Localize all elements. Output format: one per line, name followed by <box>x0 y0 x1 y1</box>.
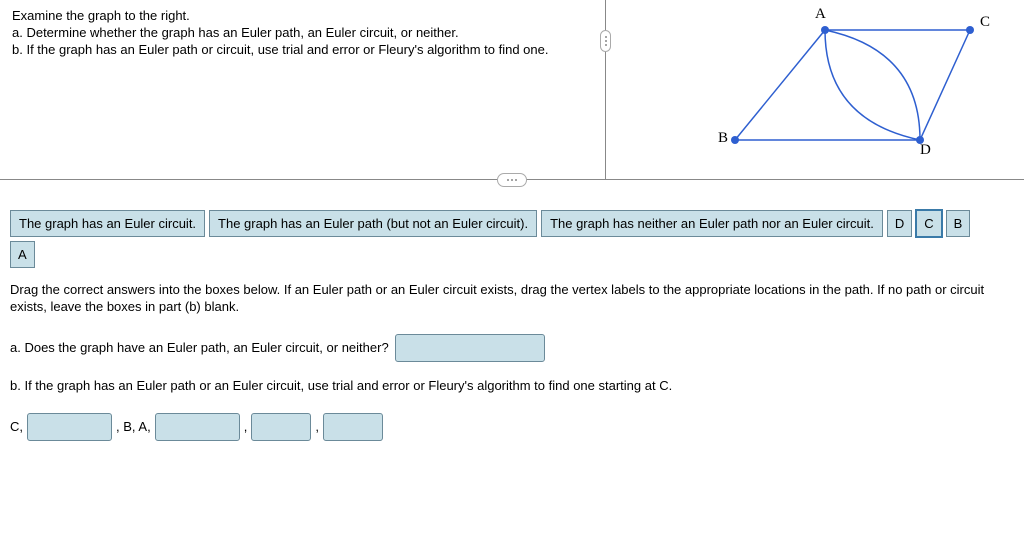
drag-option-euler-circuit[interactable]: The graph has an Euler circuit. <box>10 210 205 237</box>
drag-vertex-c[interactable]: C <box>916 210 941 237</box>
question-a-row: a. Does the graph have an Euler path, an… <box>10 334 1014 362</box>
problem-part-a: a. Determine whether the graph has an Eu… <box>12 25 578 42</box>
drop-target-path-4[interactable] <box>323 413 383 441</box>
vertical-divider <box>605 0 606 180</box>
vertical-resize-handle[interactable] <box>600 30 611 52</box>
vertex-label-d: D <box>920 142 931 159</box>
problem-statement: Examine the graph to the right. a. Deter… <box>0 0 590 179</box>
drop-target-path-3[interactable] <box>251 413 311 441</box>
path-mid-ba: , B, A, <box>116 419 151 434</box>
question-b-text: b. If the graph has an Euler path or an … <box>10 378 1014 393</box>
path-comma-2: , <box>315 419 319 434</box>
vertex-label-b: B <box>718 130 728 147</box>
problem-header-section: Examine the graph to the right. a. Deter… <box>0 0 1024 180</box>
drag-instructions: Drag the correct answers into the boxes … <box>10 282 1014 316</box>
problem-part-b: b. If the graph has an Euler path or cir… <box>12 42 578 59</box>
drag-answer-bank: The graph has an Euler circuit. The grap… <box>10 210 1014 237</box>
answer-section: The graph has an Euler circuit. The grap… <box>0 180 1024 451</box>
drag-option-neither[interactable]: The graph has neither an Euler path nor … <box>541 210 883 237</box>
drag-vertex-a[interactable]: A <box>10 241 35 268</box>
drop-target-path-2[interactable] <box>155 413 240 441</box>
drag-answer-bank-row2: A <box>10 241 1014 268</box>
path-comma-1: , <box>244 419 248 434</box>
problem-intro: Examine the graph to the right. <box>12 8 578 25</box>
drop-target-path-1[interactable] <box>27 413 112 441</box>
drag-vertex-b[interactable]: B <box>946 210 971 237</box>
question-b-path-row: C, , B, A, , , <box>10 413 1014 441</box>
graph-figure: A C B D <box>620 0 1024 179</box>
vertex-label-c: C <box>980 14 990 31</box>
drag-option-euler-path[interactable]: The graph has an Euler path (but not an … <box>209 210 537 237</box>
path-prefix-c: C, <box>10 419 23 434</box>
drag-vertex-d[interactable]: D <box>887 210 912 237</box>
horizontal-resize-handle[interactable] <box>497 173 527 187</box>
vertex-label-a: A <box>815 6 826 23</box>
question-a-text: a. Does the graph have an Euler path, an… <box>10 340 389 355</box>
drop-target-part-a[interactable] <box>395 334 545 362</box>
